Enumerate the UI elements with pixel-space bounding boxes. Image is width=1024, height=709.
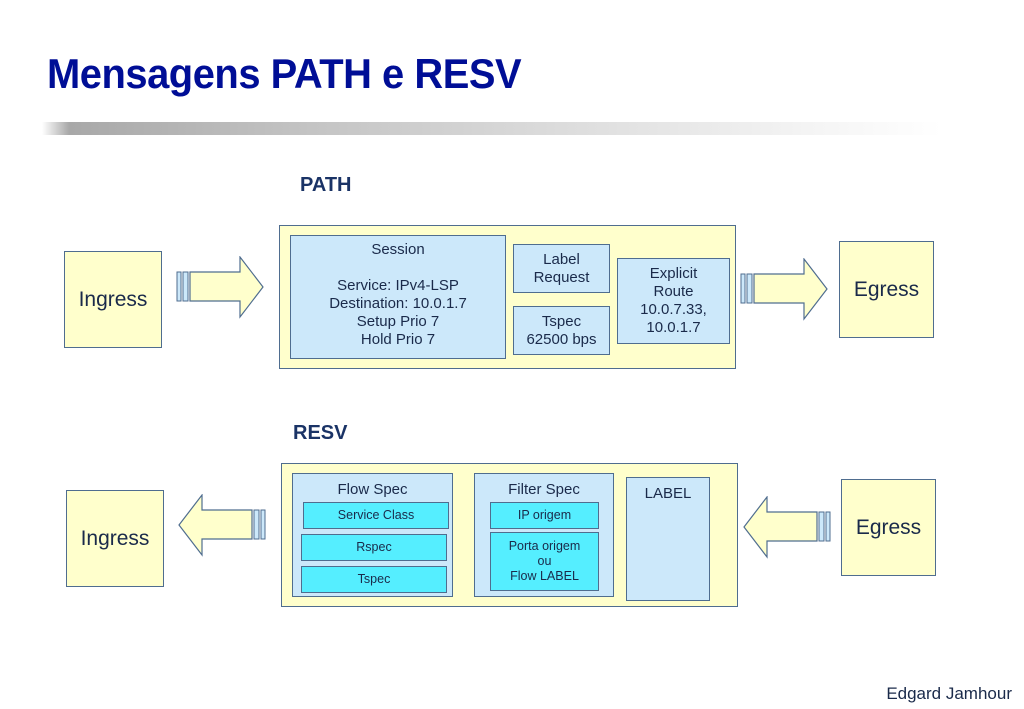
path-ingress-node: Ingress [64, 251, 162, 348]
filter-spec-title: Filter Spec [508, 481, 580, 498]
resv-tspec-label: Tspec [357, 572, 391, 586]
resv-egress-arrow-icon [743, 496, 831, 559]
resv-ingress-label: Ingress [80, 526, 150, 550]
tspec-title: Tspec [541, 312, 582, 330]
session-title: Session [371, 241, 425, 258]
porta-origem-line-1: Porta origem [508, 539, 581, 553]
session-service: Service: IPv4-LSP [337, 277, 459, 294]
rspec-object: Rspec [301, 534, 447, 561]
resv-label: RESV [293, 422, 348, 444]
porta-origem-line-3: Flow LABEL [510, 569, 579, 583]
explicit-route-object: Explicit Route 10.0.7.33, 10.0.1.7 [617, 258, 730, 344]
label-request-object: Label Request [513, 244, 610, 293]
path-egress-node: Egress [839, 241, 934, 338]
label-request-line-2: Request [533, 268, 590, 286]
session-object: Session Service: IPv4-LSP Destination: 1… [290, 235, 506, 359]
path-ingress-label: Ingress [78, 287, 148, 311]
porta-origem-line-2: ou [537, 554, 552, 568]
resv-ingress-node: Ingress [66, 490, 164, 587]
resv-egress-node: Egress [841, 479, 936, 576]
explicit-route-line-1: Explicit [649, 265, 698, 282]
resv-tspec-object: Tspec [301, 566, 447, 593]
label-object-title: LABEL [644, 485, 692, 502]
path-label: PATH [300, 174, 352, 196]
explicit-route-hop-1: 10.0.7.33, [640, 301, 707, 318]
session-hold-prio: Hold Prio 7 [360, 331, 436, 348]
flow-spec-title: Flow Spec [337, 481, 408, 498]
porta-origem-object: Porta origem ou Flow LABEL [490, 532, 599, 591]
tspec-rate: 62500 bps [526, 330, 597, 348]
path-egress-label: Egress [853, 277, 920, 301]
rspec-label: Rspec [356, 540, 392, 554]
label-request-line-1: Label [543, 250, 580, 268]
tspec-object: Tspec 62500 bps [513, 306, 610, 355]
resv-ingress-arrow-icon [178, 494, 266, 557]
ip-origem-label: IP origem [517, 508, 572, 522]
session-destination: Destination: 10.0.1.7 [329, 295, 467, 312]
service-class-label: Service Class [337, 508, 415, 522]
session-setup-prio: Setup Prio 7 [356, 313, 440, 330]
slide-title: Mensagens PATH e RESV [47, 50, 522, 97]
label-object: LABEL [626, 477, 710, 601]
path-right-arrow-icon [176, 256, 264, 319]
resv-egress-label: Egress [855, 515, 922, 539]
ip-origem-object: IP origem [490, 502, 599, 529]
author-footer: Edgard Jamhour [886, 684, 1012, 703]
explicit-route-hop-2: 10.0.1.7 [646, 319, 701, 336]
title-divider [42, 122, 942, 135]
path-egress-arrow-icon [740, 258, 828, 321]
service-class-object: Service Class [303, 502, 449, 529]
explicit-route-line-2: Route [653, 283, 694, 300]
